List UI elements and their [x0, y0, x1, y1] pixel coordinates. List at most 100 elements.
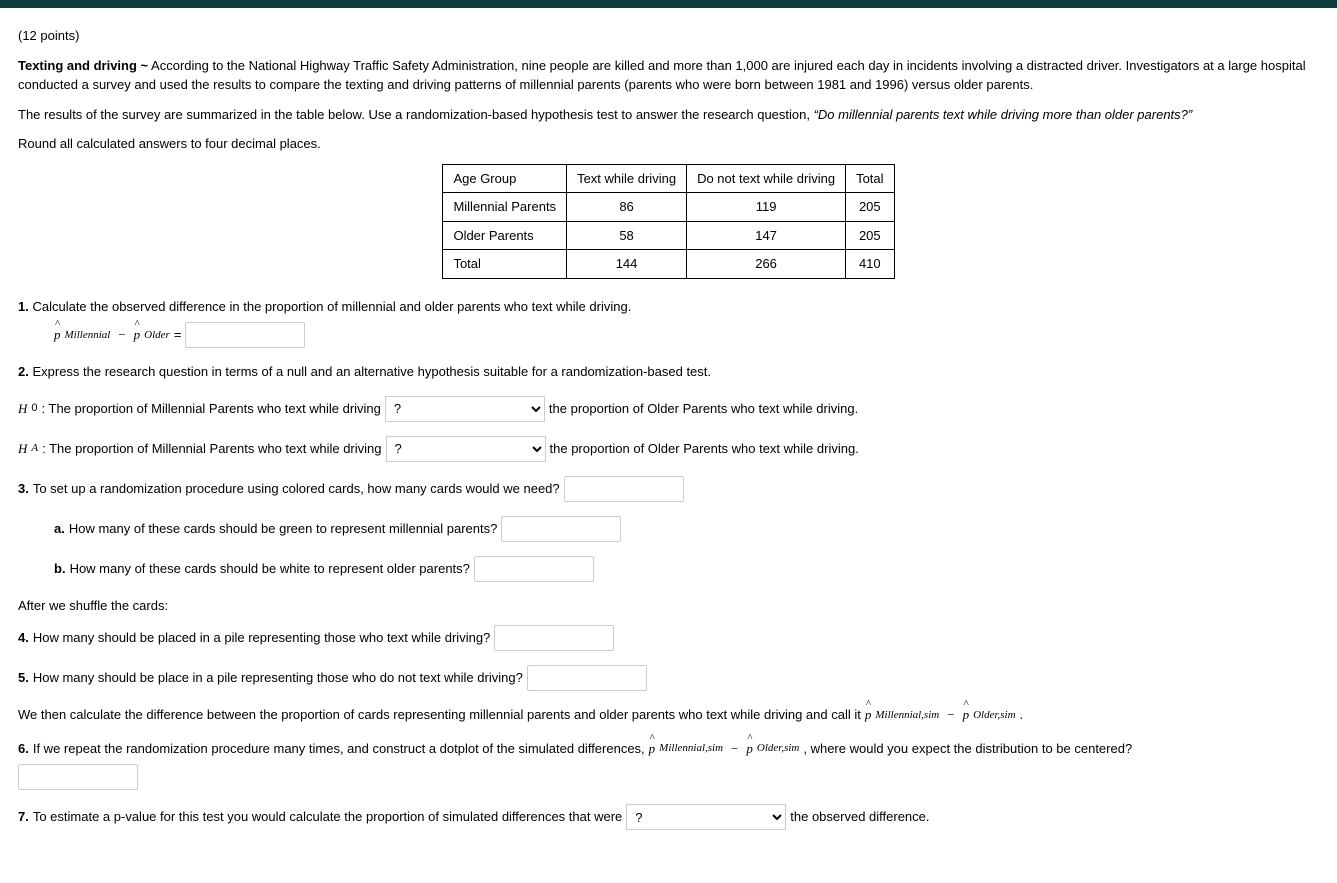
- research-question: “Do millennial parents text while drivin…: [814, 107, 1193, 122]
- q3-answer-input[interactable]: [564, 476, 684, 502]
- h0-tail: the proportion of Older Parents who text…: [549, 399, 858, 419]
- equals-sign: =: [174, 325, 182, 345]
- intro-text-2a: The results of the survey are summarized…: [18, 107, 814, 122]
- th-total: Total: [846, 164, 894, 193]
- table-row: Millennial Parents 86 119 205: [443, 193, 894, 222]
- sub-o-sim-2: Older,sim: [757, 740, 799, 757]
- cell: Millennial Parents: [443, 193, 567, 222]
- h0-lead: : The proportion of Millennial Parents w…: [42, 399, 381, 419]
- table-row: Total 144 266 410: [443, 250, 894, 279]
- content-area: (12 points) Texting and driving ~ Accord…: [0, 8, 1337, 874]
- h0-symbol: H: [18, 399, 27, 419]
- table-row: Older Parents 58 147 205: [443, 221, 894, 250]
- cell: 144: [567, 250, 687, 279]
- ha-lead: : The proportion of Millennial Parents w…: [42, 439, 381, 459]
- table-header-row: Age Group Text while driving Do not text…: [443, 164, 894, 193]
- q5-answer-input[interactable]: [527, 665, 647, 691]
- q4-answer-input[interactable]: [494, 625, 614, 651]
- question-2: 2. Express the research question in term…: [18, 362, 1319, 382]
- question-3b: b. How many of these cards should be whi…: [54, 556, 1319, 582]
- cell: 410: [846, 250, 894, 279]
- question-1: 1. Calculate the observed difference in …: [18, 297, 1319, 349]
- q1-answer-input[interactable]: [185, 322, 305, 348]
- ha-tail: the proportion of Older Parents who text…: [550, 439, 859, 459]
- ha-select[interactable]: ?: [386, 436, 546, 462]
- phat-m-sim: p: [865, 705, 872, 725]
- th-text-while-driving: Text while driving: [567, 164, 687, 193]
- points-label: (12 points): [18, 26, 1319, 46]
- calc-text-a: We then calculate the difference between…: [18, 705, 861, 725]
- q3-number: 3.: [18, 479, 29, 499]
- problem-title: Texting and driving ~: [18, 58, 148, 73]
- q6-text-a: If we repeat the randomization procedure…: [33, 739, 645, 759]
- intro-text-1: According to the National Highway Traffi…: [18, 58, 1306, 93]
- question-3: 3. To set up a randomization procedure u…: [18, 476, 1319, 502]
- minus-sign: −: [727, 739, 742, 759]
- q1-formula: p Millennial − p Older =: [54, 322, 1319, 348]
- top-bar: [0, 0, 1337, 8]
- question-4: 4. How many should be placed in a pile r…: [18, 625, 1319, 651]
- sub-m-sim-2: Millennial,sim: [659, 740, 723, 757]
- q3a-answer-input[interactable]: [501, 516, 621, 542]
- q7-number: 7.: [18, 807, 29, 827]
- calc-dot: .: [1020, 705, 1024, 725]
- h0-select[interactable]: ?: [385, 396, 545, 422]
- sub-millennial: Millennial: [65, 327, 111, 344]
- question-3a: a. How many of these cards should be gre…: [54, 516, 1319, 542]
- minus-sign: −: [114, 325, 129, 345]
- q3-text: To set up a randomization procedure usin…: [33, 479, 560, 499]
- cell: Older Parents: [443, 221, 567, 250]
- shuffle-text: After we shuffle the cards:: [18, 596, 1319, 616]
- question-5: 5. How many should be place in a pile re…: [18, 665, 1319, 691]
- sub-older: Older: [144, 327, 170, 344]
- phat-o-sim-2: p: [746, 739, 753, 759]
- calc-explanation: We then calculate the difference between…: [18, 705, 1319, 725]
- q6-text-b: , where would you expect the distributio…: [803, 739, 1132, 759]
- cell: 147: [687, 221, 846, 250]
- q5-text: How many should be place in a pile repre…: [33, 668, 523, 688]
- phat-o-sim: p: [963, 705, 970, 725]
- q6-answer-input[interactable]: [18, 764, 138, 790]
- sub-o-sim: Older,sim: [973, 707, 1015, 724]
- q5-number: 5.: [18, 668, 29, 688]
- th-age-group: Age Group: [443, 164, 567, 193]
- question-6: 6. If we repeat the randomization proced…: [18, 739, 1319, 791]
- intro-paragraph-2: The results of the survey are summarized…: [18, 105, 1319, 125]
- question-7: 7. To estimate a p-value for this test y…: [18, 804, 1319, 830]
- phat-m-sim-2: p: [649, 739, 656, 759]
- sub-m-sim: Millennial,sim: [875, 707, 939, 724]
- ha-sub: A: [31, 440, 38, 457]
- q1-text: Calculate the observed difference in the…: [32, 299, 631, 314]
- alt-hypothesis-line: HA : The proportion of Millennial Parent…: [18, 436, 1319, 462]
- q3a-number: a.: [54, 519, 65, 539]
- p-hat-older: p: [134, 325, 141, 345]
- q7-text-b: the observed difference.: [790, 807, 929, 827]
- q7-text-a: To estimate a p-value for this test you …: [33, 807, 622, 827]
- h0-sub: 0: [31, 400, 37, 417]
- data-table: Age Group Text while driving Do not text…: [442, 164, 894, 279]
- q4-number: 4.: [18, 628, 29, 648]
- cell: 119: [687, 193, 846, 222]
- q2-text: Express the research question in terms o…: [32, 364, 711, 379]
- q6-number: 6.: [18, 739, 29, 759]
- cell: 58: [567, 221, 687, 250]
- q3b-answer-input[interactable]: [474, 556, 594, 582]
- minus-sign: −: [943, 705, 958, 725]
- cell: Total: [443, 250, 567, 279]
- q4-text: How many should be placed in a pile repr…: [33, 628, 490, 648]
- q7-select[interactable]: ?: [626, 804, 786, 830]
- null-hypothesis-line: H0 : The proportion of Millennial Parent…: [18, 396, 1319, 422]
- p-hat-millennial: p: [54, 325, 61, 345]
- q3a-text: How many of these cards should be green …: [69, 519, 498, 539]
- q1-number: 1.: [18, 299, 29, 314]
- rounding-instruction: Round all calculated answers to four dec…: [18, 134, 1319, 154]
- cell: 266: [687, 250, 846, 279]
- cell: 86: [567, 193, 687, 222]
- th-no-text: Do not text while driving: [687, 164, 846, 193]
- intro-paragraph-1: Texting and driving ~ According to the N…: [18, 56, 1319, 95]
- q2-number: 2.: [18, 364, 29, 379]
- ha-symbol: H: [18, 439, 27, 459]
- cell: 205: [846, 193, 894, 222]
- q3b-number: b.: [54, 559, 66, 579]
- cell: 205: [846, 221, 894, 250]
